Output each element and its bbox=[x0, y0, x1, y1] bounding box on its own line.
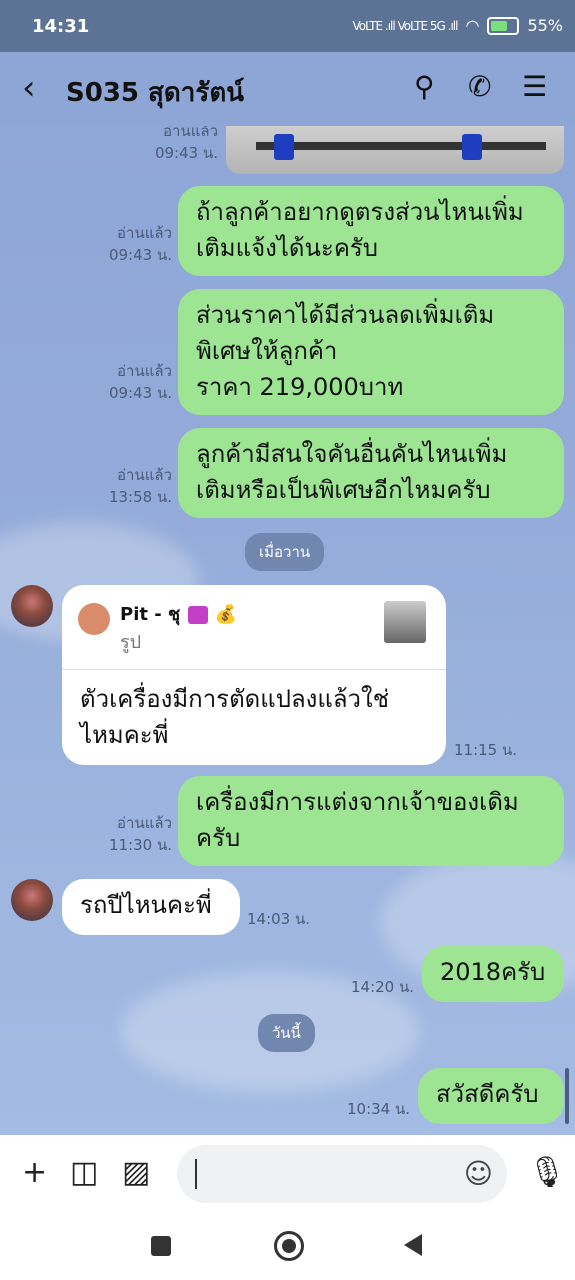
quote-avatar bbox=[78, 603, 110, 635]
status-time: 14:31 bbox=[32, 16, 90, 37]
nav-back-icon[interactable] bbox=[404, 1234, 422, 1256]
text-caret bbox=[195, 1159, 197, 1189]
home-icon[interactable] bbox=[274, 1231, 304, 1261]
recent-apps-icon[interactable] bbox=[151, 1236, 171, 1256]
camera-icon[interactable]: ◫ bbox=[70, 1155, 98, 1190]
message-input-bar: + ◫ ▨ ☺ 🎙 bbox=[0, 1135, 575, 1213]
gallery-icon[interactable]: ▨ bbox=[122, 1155, 150, 1190]
scrollbar[interactable] bbox=[565, 1068, 569, 1124]
avatar[interactable] bbox=[11, 585, 53, 627]
chat-header: ‹ S035 สุดารัตน์ ⚲ ✆ ☰ bbox=[0, 52, 575, 126]
status-icons: VoLTE .ıll VoLTE 5G .ıll ◠ 55% bbox=[353, 16, 563, 35]
image-message[interactable] bbox=[226, 124, 564, 174]
message-meta: อ่านแล้ว 11:30 น. bbox=[108, 814, 172, 854]
date-separator: วันนี้ bbox=[258, 1014, 315, 1052]
quote-type: รูป bbox=[120, 632, 142, 653]
money-bag-emoji-icon: 💰 bbox=[214, 604, 238, 625]
message-meta: อ่านแล้ว 09:43 น. bbox=[108, 224, 172, 264]
incoming-reply-message[interactable]: Pit - ชุ 💰 รูป ตัวเครื่องมีการตัดแปลงแล้… bbox=[62, 585, 446, 765]
message-time: 10:34 น. bbox=[347, 1100, 411, 1118]
message-meta: อ่านแล้ว 13:58 น. bbox=[108, 466, 172, 506]
incoming-message[interactable]: รถปีไหนคะพี่ bbox=[62, 879, 240, 935]
chat-area[interactable]: ‹ S035 สุดารัตน์ ⚲ ✆ ☰ อ่านแล้ว 09:43 น. … bbox=[0, 52, 575, 1135]
phone-icon[interactable]: ✆ bbox=[468, 70, 491, 103]
status-bar: 14:31 VoLTE .ıll VoLTE 5G .ıll ◠ 55% bbox=[0, 0, 575, 52]
battery-level: 55% bbox=[527, 16, 563, 35]
microphone-icon[interactable]: 🎙 bbox=[528, 1155, 566, 1190]
infinity-emoji-icon bbox=[188, 606, 209, 624]
emoji-icon[interactable]: ☺ bbox=[464, 1157, 493, 1190]
message-time: 14:20 น. bbox=[351, 978, 415, 996]
message-time: 14:03 น. bbox=[247, 910, 311, 928]
outgoing-message[interactable]: ลูกค้ามีสนใจคันอื่นคันไหนเพิ่ม เติมหรือเป… bbox=[178, 428, 564, 518]
message-input[interactable]: ☺ bbox=[177, 1145, 507, 1203]
date-separator: เมื่อวาน bbox=[245, 533, 325, 571]
search-icon[interactable]: ⚲ bbox=[414, 70, 435, 103]
outgoing-message[interactable]: สวัสดีครับ bbox=[418, 1068, 564, 1124]
message-text: ตัวเครื่องมีการตัดแปลงแล้วใช่ ไหมคะพี่ bbox=[80, 685, 390, 749]
plus-icon[interactable]: + bbox=[22, 1155, 47, 1190]
outgoing-message[interactable]: ส่วนราคาได้มีส่วนลดเพิ่มเติม พิเศษให้ลูกค… bbox=[178, 289, 564, 415]
quote-sender: Pit - ชุ 💰 bbox=[120, 604, 238, 625]
quoted-message[interactable]: Pit - ชุ 💰 รูป bbox=[62, 585, 446, 670]
avatar[interactable] bbox=[11, 879, 53, 921]
outgoing-message[interactable]: ถ้าลูกค้าอยากดูตรงส่วนไหนเพิ่ม เติมแจ้งได… bbox=[178, 186, 564, 276]
message-time: 11:15 น. bbox=[454, 741, 518, 759]
message-meta: อ่านแล้ว 09:43 น. bbox=[154, 122, 218, 162]
battery-icon bbox=[487, 16, 520, 35]
outgoing-message[interactable]: 2018ครับ bbox=[422, 946, 564, 1002]
quote-thumbnail bbox=[384, 601, 426, 643]
system-nav-bar bbox=[0, 1213, 575, 1280]
wifi-icon: ◠ bbox=[465, 16, 480, 35]
back-icon[interactable]: ‹ bbox=[22, 68, 36, 108]
outgoing-message[interactable]: เครื่องมีการแต่งจากเจ้าของเดิม ครับ bbox=[178, 776, 564, 866]
signal-icon: VoLTE .ıll VoLTE 5G .ıll bbox=[352, 18, 459, 33]
message-meta: อ่านแล้ว 09:43 น. bbox=[108, 362, 172, 402]
menu-icon[interactable]: ☰ bbox=[522, 70, 547, 103]
chat-title[interactable]: S035 สุดารัตน์ bbox=[66, 72, 244, 113]
